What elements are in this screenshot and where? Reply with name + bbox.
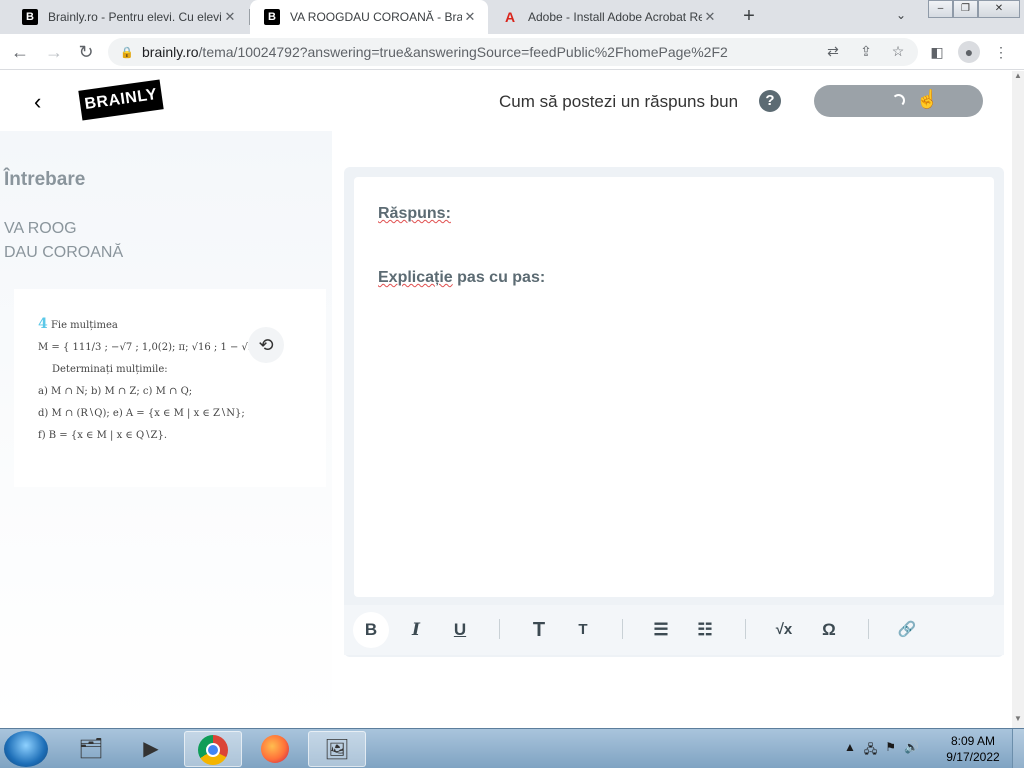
italic-button[interactable]: I [398,612,434,648]
tray-expand-icon[interactable]: ▲ [844,740,856,761]
browser-toolbar: ← → ↻ 🔒 brainly.ro/tema/10024792?answeri… [0,34,1024,70]
post-answer-button[interactable] [814,85,983,117]
back-chevron-icon[interactable]: ‹ [34,89,41,115]
main-content: Întrebare VA ROOG DAU COROANĂ 4 Fie mulț… [0,131,1012,728]
adobe-icon: A [504,9,516,25]
underline-button[interactable]: U [442,612,478,648]
how-to-answer-link[interactable]: Cum să postezi un răspuns bun [499,92,738,112]
answer-editor[interactable]: Răspuns: Explicație pas cu pas: [354,177,994,597]
toolbar-divider [868,619,869,639]
rotate-image-icon[interactable]: ⟲ [248,327,284,363]
problem-line: f) B = {x ∈ M | x ∈ Q∖Z}. [38,430,168,441]
brainly-header: ‹ BRAINLY Cum să postezi un răspuns bun … [0,71,1012,131]
firefox-icon[interactable] [246,731,304,767]
unordered-list-icon[interactable]: ☷ [687,612,723,648]
question-text-line: VA ROOG [4,220,77,237]
math-formula-button[interactable]: √x [766,612,802,648]
page-scrollbar[interactable]: ▲ ▼ [1012,71,1024,728]
problem-line: a) M ∩ N; b) M ∩ Z; c) M ∩ Q; [38,386,193,397]
share-icon[interactable]: ⇪ [856,41,876,61]
math-problem-image: 4 Fie mulțimea M = { 111/3 ; −√7 ; 1,0(2… [38,313,264,447]
close-tab-icon[interactable]: ✕ [222,9,238,25]
heading-small-button[interactable]: T [565,612,601,648]
close-window-button[interactable]: ✕ [978,0,1020,18]
address-bar[interactable]: 🔒 brainly.ro/tema/10024792?answering=tru… [108,38,918,66]
problem-line: Fie mulțimea [50,320,118,331]
action-center-icon[interactable]: ⚑ [885,740,896,761]
volume-icon[interactable]: 🔊 [904,740,919,761]
brainly-icon: B [264,9,280,25]
window-controls: ‒ ❐ ✕ [928,0,1020,18]
side-panel-icon[interactable]: ◧ [926,41,948,63]
forward-arrow-icon[interactable]: → [42,40,66,64]
question-text-line: DAU COROANĂ [4,244,124,261]
problem-number: 4 [38,316,48,332]
system-tray: ▲ 🖧 ⚑ 🔊 [844,740,919,761]
explanation-label: Explicație pas cu pas: [378,269,546,286]
question-attachment-image[interactable]: 4 Fie mulțimea M = { 111/3 ; −√7 ; 1,0(2… [14,289,326,487]
loading-spinner-icon [892,94,905,107]
network-icon[interactable]: 🖧 [864,740,877,761]
ordered-list-icon[interactable]: ☰ [643,612,679,648]
toolbar-divider [745,619,746,639]
brainly-icon: B [22,9,38,25]
scroll-down-arrow-icon[interactable]: ▼ [1012,714,1024,728]
question-heading: Întrebare [4,169,86,190]
help-icon[interactable]: ? [759,90,781,112]
lock-icon[interactable]: 🔒 [120,46,134,59]
toolbar-divider [622,619,623,639]
tab-title: Adobe - Install Adobe Acrobat Reader [528,10,702,24]
answer-label: Răspuns: [378,205,451,222]
translate-icon[interactable]: ⇄ [823,41,843,61]
file-explorer-icon[interactable]: 🗂 [62,731,120,767]
close-tab-icon[interactable]: ✕ [702,9,718,25]
restore-button[interactable]: ❐ [953,0,978,18]
start-button[interactable] [4,731,48,767]
hand-cursor-icon: ☝ [916,89,939,109]
back-arrow-icon[interactable]: ← [8,40,32,64]
tab-title: Brainly.ro - Pentru elevi. Cu elevi. [48,10,222,24]
profile-avatar-icon[interactable]: ● [958,41,980,63]
problem-line: d) M ∩ (R∖Q); e) A = {x ∈ M | x ∈ Z∖N}; [38,408,245,419]
attachment-icon[interactable]: 🔗 [889,612,925,648]
tab-title: VA ROOGDAU COROANĂ - Brainly [290,10,462,24]
question-panel: Întrebare VA ROOG DAU COROANĂ 4 Fie mulț… [0,131,332,728]
show-desktop-button[interactable] [1012,729,1024,768]
tab-search-chevron-icon[interactable]: ⌄ [896,8,906,22]
problem-line: Determinați mulțimile: [52,364,168,375]
minimize-button[interactable]: ‒ [928,0,953,18]
toolbar-divider [499,619,500,639]
problem-line: M = { 111/3 ; −√7 ; 1,0(2); π; √16 ; 1 −… [38,342,264,353]
new-tab-button[interactable]: + [737,5,761,29]
clock-date: 9/17/2022 [946,750,1000,764]
chrome-icon[interactable] [184,731,242,767]
browser-tab-strip: B Brainly.ro - Pentru elevi. Cu elevi. ✕… [0,0,1024,34]
special-symbol-button[interactable]: Ω [811,612,847,648]
reload-icon[interactable]: ↻ [74,40,98,64]
tab-brainly-home[interactable]: B Brainly.ro - Pentru elevi. Cu elevi. ✕ [8,0,248,34]
picture-viewer-icon[interactable]: 🖼 [308,731,366,767]
bookmark-star-icon[interactable]: ☆ [888,41,908,61]
formatting-toolbar: B I U T T ☰ ☷ √x Ω 🔗 [344,605,1004,655]
scroll-up-arrow-icon[interactable]: ▲ [1012,71,1024,85]
tab-question[interactable]: B VA ROOGDAU COROANĂ - Brainly ✕ [250,0,488,34]
windows-taskbar: 🗂 ▶ 🖼 ▲ 🖧 ⚑ 🔊 8:09 AM 9/17/2022 [0,728,1024,768]
heading-large-button[interactable]: T [521,612,557,648]
browser-menu-icon[interactable]: ⋮ [990,41,1012,63]
bold-button[interactable]: B [353,612,389,648]
url-text: brainly.ro/tema/10024792?answering=true&… [142,44,728,60]
taskbar-clock[interactable]: 8:09 AM 9/17/2022 [940,733,1006,765]
clock-time: 8:09 AM [950,734,996,748]
tab-adobe[interactable]: A Adobe - Install Adobe Acrobat Reader ✕ [488,0,728,34]
media-player-icon[interactable]: ▶ [122,731,180,767]
brainly-logo[interactable]: BRAINLY [78,79,164,121]
close-tab-icon[interactable]: ✕ [462,9,478,25]
question-text: VA ROOG DAU COROANĂ [4,217,123,265]
